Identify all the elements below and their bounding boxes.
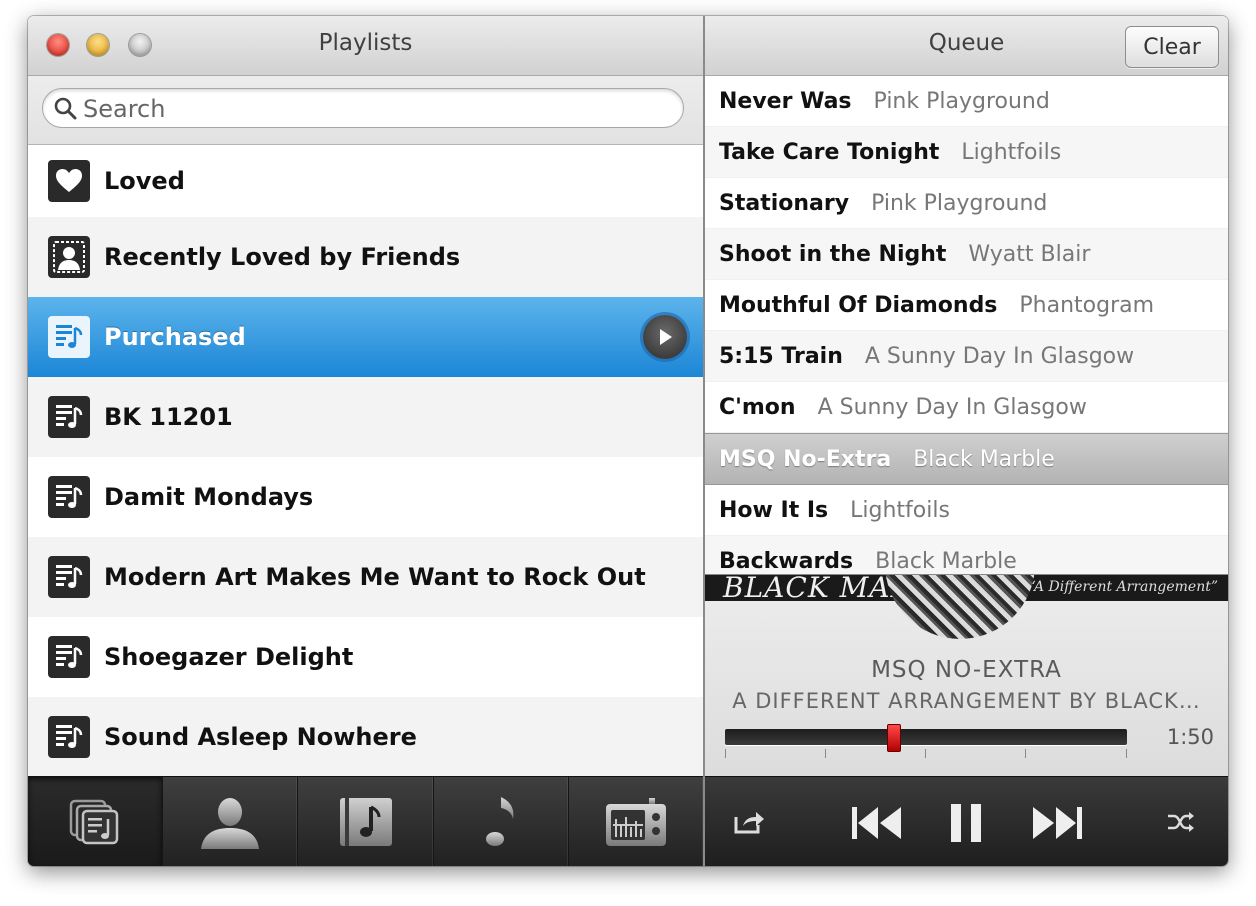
search-field[interactable]: [42, 88, 684, 128]
section-toolbar: [28, 776, 703, 866]
now-playing-panel: BLACK MARBLE “A Different Arrangement” M…: [705, 574, 1228, 777]
queue-song: How It Is: [719, 497, 829, 523]
playlists-tab[interactable]: [28, 777, 164, 866]
queue-item[interactable]: 5:15 Train A Sunny Day In Glasgow: [705, 331, 1228, 382]
playlist-icon: [48, 476, 90, 518]
app-window: Playlists Loved: [28, 16, 1228, 866]
playlist-item-purchased[interactable]: Purchased: [28, 297, 703, 377]
albums-tab[interactable]: [298, 777, 434, 866]
queue-artist: Lightfoils: [850, 497, 950, 523]
queue-pane: Queue Clear Never Was Pink Playground Ta…: [705, 16, 1228, 866]
playlist-label: Purchased: [104, 323, 246, 351]
playlist-list: Loved Recently Loved by Friends Purchase…: [28, 145, 703, 776]
queue-item[interactable]: How It Is Lightfoils: [705, 485, 1228, 536]
playlist-label: Modern Art Makes Me Want to Rock Out: [104, 563, 646, 591]
playlist-item-recently-loved-by-friends[interactable]: Recently Loved by Friends: [28, 217, 703, 297]
playlist-icon: [48, 316, 90, 358]
playlist-item-loved[interactable]: Loved: [28, 145, 703, 217]
songs-tab[interactable]: [434, 777, 569, 866]
playlist-item-modern-art[interactable]: Modern Art Makes Me Want to Rock Out: [28, 537, 703, 617]
queue-song: Mouthful Of Diamonds: [719, 292, 998, 318]
previous-icon: [852, 807, 901, 839]
queue-item[interactable]: Take Care Tonight Lightfoils: [705, 127, 1228, 178]
search-bar: [28, 76, 703, 145]
playlist-label: Damit Mondays: [104, 483, 314, 511]
playlists-titlebar: Playlists: [28, 16, 703, 76]
radio-icon: [605, 798, 666, 846]
queue-artist: Phantogram: [1019, 292, 1155, 318]
shuffle-icon: [1168, 812, 1194, 832]
heart-icon: [48, 160, 90, 202]
next-track-button[interactable]: [1031, 805, 1083, 841]
queue-artist: Lightfoils: [961, 139, 1062, 165]
queue-artist: Black Marble: [875, 548, 1017, 574]
friend-icon: [48, 236, 90, 278]
now-playing-album: A DIFFERENT ARRANGEMENT BY BLACK…: [732, 689, 1201, 713]
queue-list: Never Was Pink Playground Take Care Toni…: [705, 76, 1228, 574]
playlist-label: Recently Loved by Friends: [104, 243, 461, 271]
pause-button[interactable]: [949, 803, 983, 843]
queue-artist: Black Marble: [913, 446, 1055, 472]
playlist-icon: [48, 556, 90, 598]
queue-song: MSQ No-Extra: [719, 446, 892, 472]
progress-thumb[interactable]: [886, 724, 901, 752]
queue-song: 5:15 Train: [719, 343, 843, 369]
playlist-item-sound-asleep-nowhere[interactable]: Sound Asleep Nowhere: [28, 697, 703, 776]
queue-song: C'mon: [719, 394, 796, 420]
playlist-icon: [48, 636, 90, 678]
playlists-icon: [69, 799, 119, 845]
progress-bar[interactable]: [725, 729, 1127, 745]
playlist-item-bk-11201[interactable]: BK 11201: [28, 377, 703, 457]
people-icon: [201, 798, 260, 849]
album-art-subtitle: “A Different Arrangement”: [1028, 579, 1218, 595]
queue-item[interactable]: Never Was Pink Playground: [705, 76, 1228, 127]
previous-track-button[interactable]: [851, 805, 903, 841]
search-input[interactable]: [81, 94, 665, 124]
queue-item[interactable]: Shoot in the Night Wyatt Blair: [705, 229, 1228, 280]
playlist-item-damit-mondays[interactable]: Damit Mondays: [28, 457, 703, 537]
queue-song: Never Was: [719, 88, 852, 114]
queue-song: Stationary: [719, 190, 850, 216]
queue-artist: Pink Playground: [873, 88, 1050, 114]
queue-item-now-playing[interactable]: MSQ No-Extra Black Marble: [705, 433, 1228, 485]
playlists-title: Playlists: [318, 30, 413, 56]
playlist-icon: [48, 716, 90, 758]
share-icon: [734, 812, 764, 834]
playlist-icon: [48, 396, 90, 438]
queue-item[interactable]: C'mon A Sunny Day In Glasgow: [705, 382, 1228, 433]
shuffle-button[interactable]: [1167, 811, 1195, 833]
albums-icon: [339, 798, 392, 846]
now-playing-track: MSQ NO-EXTRA: [871, 657, 1062, 683]
queue-artist: Pink Playground: [871, 190, 1048, 216]
queue-song: Backwards: [719, 548, 854, 574]
pause-icon: [951, 804, 981, 842]
radio-tab[interactable]: [569, 777, 703, 866]
playlists-pane: Playlists Loved: [28, 16, 703, 776]
play-playlist-button[interactable]: [643, 315, 687, 359]
people-tab[interactable]: [163, 777, 299, 866]
queue-item[interactable]: Mouthful Of Diamonds Phantogram: [705, 280, 1228, 331]
queue-titlebar: Queue Clear: [705, 16, 1228, 76]
share-button[interactable]: [733, 809, 765, 835]
queue-item[interactable]: Backwards Black Marble: [705, 536, 1228, 574]
queue-song: Take Care Tonight: [719, 139, 940, 165]
queue-artist: A Sunny Day In Glasgow: [864, 343, 1135, 369]
playlist-label: Loved: [104, 167, 185, 195]
music-note-icon: [485, 797, 514, 846]
playlist-label: BK 11201: [104, 403, 233, 431]
queue-item[interactable]: Stationary Pink Playground: [705, 178, 1228, 229]
queue-song: Shoot in the Night: [719, 241, 947, 267]
search-icon: [54, 97, 77, 120]
playlist-item-shoegazer-delight[interactable]: Shoegazer Delight: [28, 617, 703, 697]
playlist-label: Shoegazer Delight: [104, 643, 354, 671]
queue-artist: Wyatt Blair: [968, 241, 1091, 267]
elapsed-time: 1:50: [1166, 725, 1214, 749]
next-icon: [1033, 807, 1082, 839]
clear-queue-button[interactable]: Clear: [1125, 26, 1219, 68]
queue-artist: A Sunny Day In Glasgow: [817, 394, 1087, 420]
album-art-disc: [885, 575, 1035, 639]
playlist-label: Sound Asleep Nowhere: [104, 723, 417, 751]
playback-toolbar: [705, 776, 1228, 866]
